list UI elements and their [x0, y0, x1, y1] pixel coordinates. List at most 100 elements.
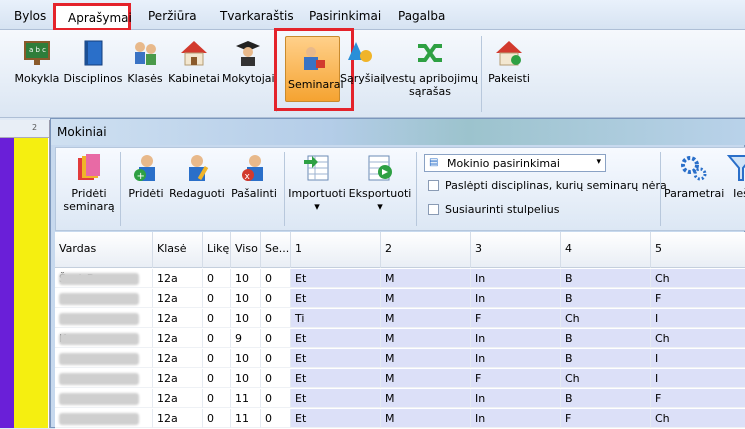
- table-cell-klase[interactable]: 12a: [153, 269, 203, 288]
- table-cell-c1[interactable]: Ti: [291, 309, 381, 328]
- table-cell-c5[interactable]: Ch: [651, 409, 745, 428]
- apribojimu-sarasas-button[interactable]: Įvestų apribojimų sąrašas: [380, 38, 480, 98]
- table-cell-c4[interactable]: B: [561, 389, 651, 408]
- table-cell-c1[interactable]: Et: [291, 289, 381, 308]
- table-cell-se[interactable]: 0: [261, 329, 291, 348]
- table-cell-c5[interactable]: F: [651, 389, 745, 408]
- table-cell-c5[interactable]: I: [651, 309, 745, 328]
- table-cell-se[interactable]: 0: [261, 409, 291, 428]
- narrow-columns-checkbox[interactable]: Susiaurinti stulpelius: [428, 203, 560, 216]
- table-cell-c4[interactable]: F: [561, 409, 651, 428]
- mokykla-button[interactable]: a b c Mokykla: [14, 38, 60, 85]
- table-cell-klase[interactable]: 12a: [153, 349, 203, 368]
- column-header-like[interactable]: Likę: [203, 232, 231, 268]
- table-cell-c4[interactable]: B: [561, 329, 651, 348]
- column-header-4[interactable]: 4: [561, 232, 651, 268]
- table-cell-c1[interactable]: Et: [291, 389, 381, 408]
- prideti-button[interactable]: + Pridėti: [126, 152, 166, 200]
- pasalinti-button[interactable]: x Pašalinti: [228, 152, 280, 200]
- table-cell-c1[interactable]: Et: [291, 409, 381, 428]
- menu-tvarkarastis[interactable]: Tvarkaraštis: [220, 9, 294, 23]
- table-cell-c2[interactable]: M: [381, 309, 471, 328]
- table-cell-viso[interactable]: 10: [231, 309, 261, 328]
- table-cell-klase[interactable]: 12a: [153, 329, 203, 348]
- column-header-3[interactable]: 3: [471, 232, 561, 268]
- table-cell-name[interactable]: [55, 369, 153, 388]
- pakeisti-button[interactable]: Pakeisti: [486, 38, 532, 85]
- table-cell-c3[interactable]: In: [471, 349, 561, 368]
- table-cell-name[interactable]: [55, 389, 153, 408]
- table-cell-c4[interactable]: B: [561, 289, 651, 308]
- table-cell-name[interactable]: [55, 349, 153, 368]
- klases-button[interactable]: Klasės: [127, 38, 163, 85]
- table-cell-c4[interactable]: B: [561, 349, 651, 368]
- table-cell-name[interactable]: Š...ė B: [55, 269, 153, 288]
- table-cell-viso[interactable]: 11: [231, 389, 261, 408]
- table-cell-se[interactable]: 0: [261, 369, 291, 388]
- menu-bylos[interactable]: Bylos: [14, 9, 46, 23]
- table-cell-name[interactable]: [55, 289, 153, 308]
- table-cell-c2[interactable]: M: [381, 369, 471, 388]
- table-cell-c1[interactable]: Et: [291, 369, 381, 388]
- ieskoti-button[interactable]: Ieš: [726, 152, 745, 200]
- table-cell-name[interactable]: Ke: [55, 329, 153, 348]
- parametrai-button[interactable]: Parametrai: [664, 152, 724, 200]
- table-cell-se[interactable]: 0: [261, 389, 291, 408]
- menu-perziura[interactable]: Peržiūra: [148, 9, 197, 23]
- table-cell-viso[interactable]: 10: [231, 269, 261, 288]
- table-row[interactable]: 12a 0 10 0 Et M F Ch I: [55, 369, 745, 388]
- checkbox-box[interactable]: [428, 180, 439, 191]
- table-row[interactable]: Š...ė B12a0100EtMInBCh: [55, 269, 745, 288]
- menu-pagalba[interactable]: Pagalba: [398, 9, 445, 23]
- table-cell-like[interactable]: 0: [203, 409, 231, 428]
- eksportuoti-button[interactable]: Eksportuoti ▾: [348, 152, 412, 213]
- table-cell-se[interactable]: 0: [261, 349, 291, 368]
- sarysiai-button[interactable]: Sąryšiai: [340, 38, 383, 85]
- column-header-viso[interactable]: Viso: [231, 232, 261, 268]
- table-cell-viso[interactable]: 10: [231, 289, 261, 308]
- table-cell-viso[interactable]: 10: [231, 349, 261, 368]
- column-header-vardas[interactable]: Vardas: [55, 232, 153, 268]
- table-cell-viso[interactable]: 10: [231, 369, 261, 388]
- hide-disciplines-checkbox[interactable]: Paslėpti disciplinas, kurių seminarų nėr…: [428, 179, 667, 192]
- table-cell-like[interactable]: 0: [203, 369, 231, 388]
- table-cell-like[interactable]: 0: [203, 349, 231, 368]
- table-cell-name[interactable]: [55, 309, 153, 328]
- column-header-2[interactable]: 2: [381, 232, 471, 268]
- table-row[interactable]: 12a 0 10 0 Ti M F Ch I: [55, 309, 745, 328]
- redaguoti-button[interactable]: Redaguoti: [168, 152, 226, 200]
- table-cell-c5[interactable]: Ch: [651, 269, 745, 288]
- table-cell-c1[interactable]: Et: [291, 329, 381, 348]
- table-cell-c3[interactable]: In: [471, 289, 561, 308]
- table-row[interactable]: 12a 0 10 0 Et M In B I: [55, 349, 745, 368]
- table-row[interactable]: 12a 0 10 0 Et M In B F: [55, 289, 745, 308]
- menu-aprasymai[interactable]: Aprašymai: [53, 3, 132, 31]
- table-cell-viso[interactable]: 9: [231, 329, 261, 348]
- column-header-5[interactable]: 5: [651, 232, 745, 268]
- table-cell-like[interactable]: 0: [203, 329, 231, 348]
- table-cell-c2[interactable]: M: [381, 409, 471, 428]
- column-header-klase[interactable]: Klasė: [153, 232, 203, 268]
- checkbox-box[interactable]: [428, 204, 439, 215]
- table-cell-c5[interactable]: F: [651, 289, 745, 308]
- prideti-seminara-button[interactable]: Pridėti seminarą: [60, 152, 118, 213]
- table-cell-viso[interactable]: 11: [231, 409, 261, 428]
- table-cell-c2[interactable]: M: [381, 289, 471, 308]
- table-cell-c4[interactable]: B: [561, 269, 651, 288]
- table-cell-c3[interactable]: In: [471, 269, 561, 288]
- table-cell-c2[interactable]: M: [381, 269, 471, 288]
- table-row[interactable]: 12a 0 11 0 Et M In F Ch: [55, 409, 745, 428]
- menu-pasirinkimai[interactable]: Pasirinkimai: [309, 9, 381, 23]
- table-cell-klase[interactable]: 12a: [153, 409, 203, 428]
- importuoti-button[interactable]: Importuoti ▾: [288, 152, 346, 213]
- table-cell-c5[interactable]: I: [651, 349, 745, 368]
- table-cell-se[interactable]: 0: [261, 309, 291, 328]
- table-cell-c3[interactable]: F: [471, 309, 561, 328]
- table-cell-like[interactable]: 0: [203, 269, 231, 288]
- table-cell-c5[interactable]: I: [651, 369, 745, 388]
- table-cell-klase[interactable]: 12a: [153, 309, 203, 328]
- table-cell-like[interactable]: 0: [203, 389, 231, 408]
- table-cell-c4[interactable]: Ch: [561, 369, 651, 388]
- table-cell-c2[interactable]: M: [381, 329, 471, 348]
- table-cell-se[interactable]: 0: [261, 269, 291, 288]
